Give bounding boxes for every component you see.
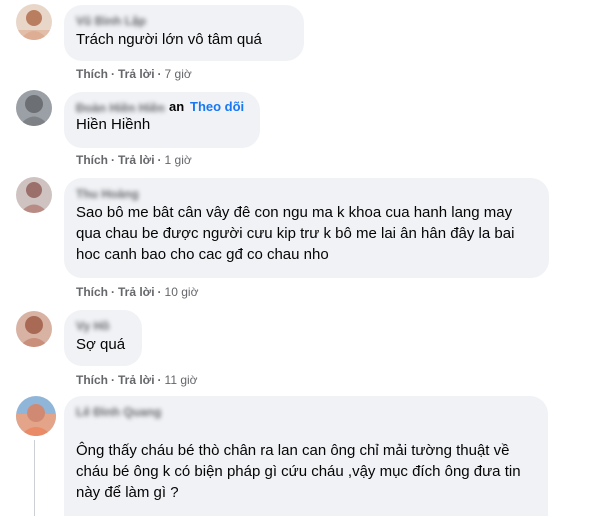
- avatar[interactable]: [16, 4, 52, 40]
- avatar-image: [16, 396, 56, 436]
- separator-dot: ·: [157, 153, 162, 167]
- comment-author[interactable]: Thu Hoàng: [76, 186, 537, 202]
- comment-timestamp[interactable]: 7 giờ: [165, 67, 192, 81]
- like-button[interactable]: Thích: [76, 373, 108, 387]
- avatar-image: [16, 4, 52, 40]
- comment-timestamp[interactable]: 11 giờ: [165, 373, 198, 387]
- separator-dot: ·: [111, 153, 115, 167]
- avatar[interactable]: [16, 311, 52, 347]
- comment-thread-rail: [34, 440, 35, 516]
- avatar-image: [16, 177, 52, 213]
- separator-dot: ·: [157, 285, 162, 299]
- reply-button[interactable]: Trả lời: [118, 153, 155, 167]
- comment-bubble: Thu Hoàng Sao bô me bât cân vây đê con n…: [64, 178, 549, 278]
- comment-author[interactable]: Đoàn Hiền Hiền: [76, 100, 172, 116]
- comment-text: Sợ quá: [76, 336, 126, 353]
- comment-bubble: Đoàn Hiền Hiền an Theo dõi Hiền Hiềnh: [64, 92, 260, 148]
- avatar[interactable]: [16, 177, 52, 213]
- like-button[interactable]: Thích: [76, 67, 108, 81]
- comment-text: Ông thấy cháu bé thò chân ra lan can ông…: [76, 442, 521, 501]
- comment-text: Sao bô me bât cân vây đê con ngu ma k kh…: [76, 204, 515, 263]
- comment-author[interactable]: Lê Đình Quang: [76, 404, 536, 420]
- reply-button[interactable]: Trả lời: [118, 67, 155, 81]
- like-button[interactable]: Thích: [76, 153, 108, 167]
- separator-dot: ·: [111, 67, 115, 81]
- reply-button[interactable]: Trả lời: [118, 373, 155, 387]
- separator-dot: ·: [111, 373, 115, 387]
- comment-actions: Thích · Trả lời · 7 giờ: [76, 66, 192, 82]
- comment-header: Đoàn Hiền Hiền an Theo dõi: [76, 99, 248, 116]
- comment-text: Hiền Hiềnh: [76, 116, 151, 133]
- comment-author-suffix[interactable]: an: [169, 99, 184, 114]
- comment-author[interactable]: Vũ Bình Lập: [76, 13, 292, 29]
- avatar[interactable]: [16, 396, 56, 436]
- separator-dot: ·: [111, 285, 115, 299]
- comment-text: Trách người lớn vô tâm quá: [76, 31, 262, 48]
- comment-author[interactable]: Vy Hồ: [76, 318, 130, 334]
- comment-timestamp[interactable]: 1 giờ: [165, 153, 192, 167]
- avatar[interactable]: [16, 90, 52, 126]
- separator-dot: ·: [157, 67, 162, 81]
- comment-bubble: Vũ Bình Lập Trách người lớn vô tâm quá: [64, 5, 304, 61]
- comment-actions: Thích · Trả lời · 1 giờ: [76, 152, 192, 168]
- avatar-image: [16, 311, 52, 347]
- comment-actions: Thích · Trả lời · 11 giờ: [76, 372, 198, 388]
- reply-button[interactable]: Trả lời: [118, 285, 155, 299]
- like-button[interactable]: Thích: [76, 285, 108, 299]
- follow-button[interactable]: Theo dõi: [190, 99, 244, 114]
- comment-actions: Thích · Trả lời · 10 giờ: [76, 284, 198, 300]
- comment-bubble: Lê Đình Quang Ông thấy cháu bé thò chân …: [64, 396, 548, 516]
- comment-bubble: Vy Hồ Sợ quá: [64, 310, 142, 366]
- avatar-image: [16, 90, 52, 126]
- separator-dot: ·: [157, 373, 162, 387]
- comment-timestamp[interactable]: 10 giờ: [165, 285, 199, 299]
